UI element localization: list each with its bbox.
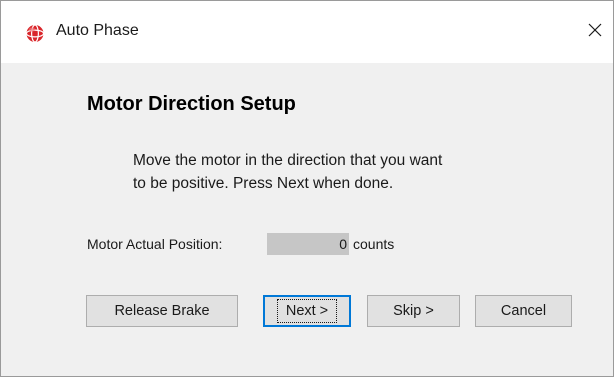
motor-position-readout: 0 xyxy=(267,233,349,255)
next-button-label: Next > xyxy=(276,299,338,323)
release-brake-button[interactable]: Release Brake xyxy=(86,295,238,327)
instructions-line-2: to be positive. Press Next when done. xyxy=(133,175,394,192)
auto-phase-dialog: Auto Phase Motor Direction Setup Move th… xyxy=(0,0,614,377)
motor-position-label: Motor Actual Position: xyxy=(87,236,223,252)
motor-position-units: counts xyxy=(353,236,395,252)
instructions-text: Move the motor in the direction that you… xyxy=(133,149,533,195)
skip-button[interactable]: Skip > xyxy=(367,295,460,327)
close-icon xyxy=(588,23,602,42)
cancel-button[interactable]: Cancel xyxy=(475,295,572,327)
window-title: Auto Phase xyxy=(56,22,139,39)
instructions-line-1: Move the motor in the direction that you… xyxy=(133,152,443,169)
dialog-content: Motor Direction Setup Move the motor in … xyxy=(1,63,613,376)
next-button[interactable]: Next > xyxy=(263,295,351,327)
close-button[interactable] xyxy=(579,15,611,49)
title-bar: Auto Phase xyxy=(1,1,613,63)
page-title: Motor Direction Setup xyxy=(87,93,296,115)
app-logo-icon xyxy=(25,23,45,43)
